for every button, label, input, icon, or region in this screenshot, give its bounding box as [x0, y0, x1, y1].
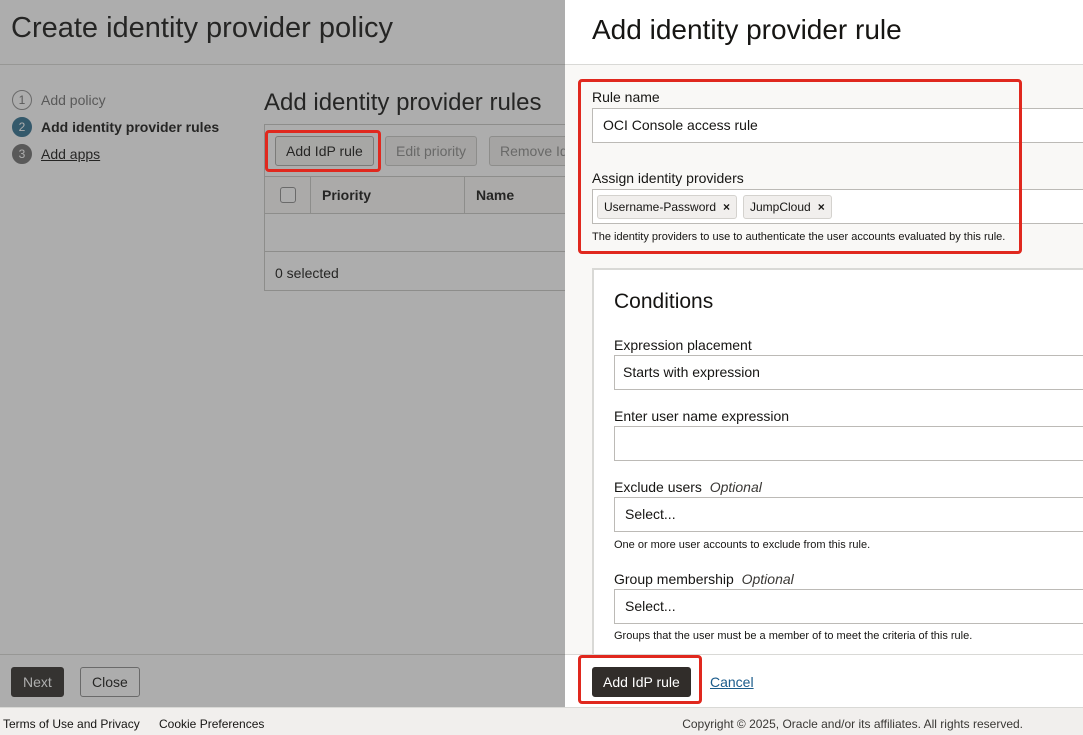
copyright-text: Copyright © 2025, Oracle and/or its affi… — [682, 717, 1023, 731]
terms-link[interactable]: Terms of Use and Privacy — [3, 717, 140, 731]
expression-placement-label: Expression placement — [614, 337, 752, 353]
panel-title: Add identity provider rule — [592, 14, 902, 45]
conditions-title: Conditions — [614, 290, 714, 313]
conditions-section: Conditions Expression placement Starts w… — [592, 268, 1083, 654]
optional-tag: Optional — [741, 571, 794, 587]
modal-overlay[interactable] — [0, 0, 565, 707]
group-membership-select[interactable]: Select... — [614, 589, 1083, 624]
optional-tag: Optional — [709, 479, 762, 495]
group-membership-label: Group membership Optional — [614, 571, 794, 587]
user-name-expression-input[interactable] — [614, 426, 1083, 461]
user-name-expression-label: Enter user name expression — [614, 408, 790, 424]
group-membership-label-text: Group membership — [614, 571, 734, 587]
cookie-preferences-link[interactable]: Cookie Preferences — [159, 717, 264, 731]
highlight-rule-fields — [578, 79, 1022, 254]
exclude-users-select[interactable]: Select... — [614, 497, 1083, 532]
highlight-submit-button — [578, 655, 702, 704]
exclude-users-helper: One or more user accounts to exclude fro… — [614, 539, 871, 551]
cancel-link[interactable]: Cancel — [710, 674, 754, 690]
site-footer: Terms of Use and Privacy Cookie Preferen… — [0, 707, 1083, 735]
expression-placement-select[interactable]: Starts with expression — [614, 355, 1083, 390]
exclude-users-label-text: Exclude users — [614, 479, 702, 495]
group-membership-helper: Groups that the user must be a member of… — [614, 630, 973, 642]
exclude-users-label: Exclude users Optional — [614, 479, 762, 495]
highlight-add-idp-rule — [265, 130, 381, 172]
